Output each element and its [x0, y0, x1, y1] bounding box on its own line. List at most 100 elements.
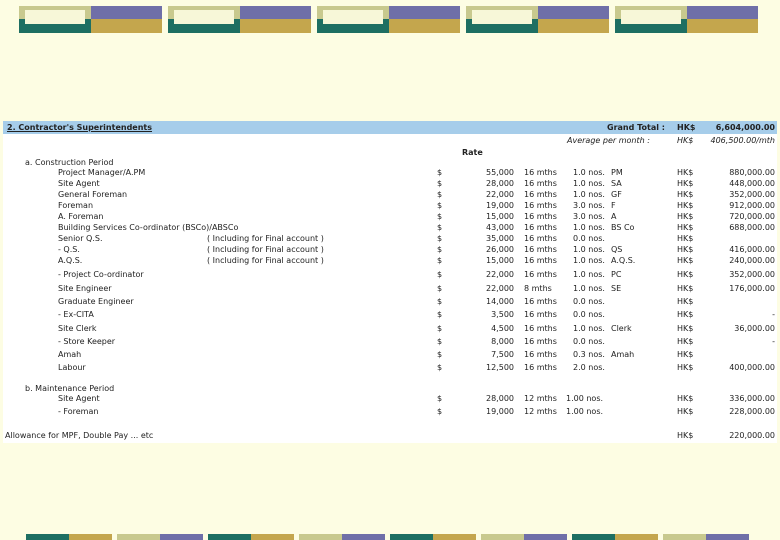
footer-bar — [117, 534, 203, 540]
row-currency: $ — [437, 179, 443, 188]
row-quantity: 0.3 nos. — [573, 350, 605, 359]
row-name: Senior Q.S. — [58, 234, 103, 243]
row-name: Foreman — [58, 201, 94, 210]
row-hk-currency: HK$ — [677, 297, 694, 306]
row-amount: 720,000.00 — [729, 212, 775, 221]
row-duration: 16 mths — [524, 212, 557, 221]
row-rate: 28,000 — [486, 179, 514, 188]
row-amount: 240,000.00 — [729, 256, 775, 265]
row-rate: 7,500 — [491, 350, 514, 359]
footer-bar — [26, 534, 112, 540]
row-hk-currency: HK$ — [677, 168, 694, 177]
maint-row-duration: 12 mths — [524, 407, 557, 416]
row-duration: 16 mths — [524, 297, 557, 306]
row-rate: 55,000 — [486, 168, 514, 177]
row-amount: 416,000.00 — [729, 245, 775, 254]
row-currency: $ — [437, 310, 443, 319]
row-currency: $ — [437, 223, 443, 232]
row-name: A. Foreman — [58, 212, 104, 221]
row-code: A — [611, 212, 617, 221]
row-amount: - — [772, 337, 775, 346]
row-rate: 12,500 — [486, 363, 514, 372]
construction-period-heading: a. Construction Period — [25, 158, 114, 167]
row-quantity: 0.0 nos. — [573, 234, 605, 243]
row-name: - Q.S. — [58, 245, 80, 254]
row-quantity: 1.0 nos. — [573, 168, 605, 177]
row-rate: 22,000 — [486, 270, 514, 279]
row-name: Site Engineer — [58, 284, 112, 293]
row-currency: $ — [437, 297, 443, 306]
maint-row-amount: 228,000.00 — [729, 407, 775, 416]
row-quantity: 3.0 nos. — [573, 201, 605, 210]
maint-row-amount: 336,000.00 — [729, 394, 775, 403]
header-tile — [466, 6, 609, 33]
row-duration: 16 mths — [524, 245, 557, 254]
row-currency: $ — [437, 201, 443, 210]
row-rate: 35,000 — [486, 234, 514, 243]
maint-row-name: - Foreman — [58, 407, 99, 416]
row-quantity: 0.0 nos. — [573, 310, 605, 319]
footer-bar — [481, 534, 567, 540]
row-hk-currency: HK$ — [677, 201, 694, 210]
row-duration: 16 mths — [524, 324, 557, 333]
row-quantity: 1.0 nos. — [573, 223, 605, 232]
row-currency: $ — [437, 363, 443, 372]
maint-row-duration: 12 mths — [524, 394, 557, 403]
row-rate: 8,000 — [491, 337, 514, 346]
row-duration: 16 mths — [524, 256, 557, 265]
row-currency: $ — [437, 190, 443, 199]
row-name: Site Agent — [58, 179, 100, 188]
footer-bar — [390, 534, 476, 540]
row-amount: 880,000.00 — [729, 168, 775, 177]
row-duration: 16 mths — [524, 223, 557, 232]
row-code: GF — [611, 190, 622, 199]
allowance-label: Allowance for MPF, Double Pay ... etc — [5, 431, 154, 440]
row-name: Labour — [58, 363, 86, 372]
row-amount: 352,000.00 — [729, 190, 775, 199]
row-duration: 16 mths — [524, 363, 557, 372]
row-rate: 43,000 — [486, 223, 514, 232]
allowance-amount: 220,000.00 — [729, 431, 775, 440]
row-rate: 3,500 — [491, 310, 514, 319]
row-amount: - — [772, 310, 775, 319]
row-quantity: 1.0 nos. — [573, 245, 605, 254]
row-quantity: 1.0 nos. — [573, 190, 605, 199]
maint-row-name: Site Agent — [58, 394, 100, 403]
row-code: Clerk — [611, 324, 632, 333]
row-rate: 19,000 — [486, 201, 514, 210]
row-rate: 15,000 — [486, 212, 514, 221]
row-duration: 16 mths — [524, 234, 557, 243]
row-rate: 4,500 — [491, 324, 514, 333]
row-hk-currency: HK$ — [677, 190, 694, 199]
grand-total-value: 6,604,000.00 — [715, 123, 775, 132]
row-hk-currency: HK$ — [677, 284, 694, 293]
row-quantity: 0.0 nos. — [573, 337, 605, 346]
row-currency: $ — [437, 324, 443, 333]
average-value: 406,500.00/mth — [710, 136, 776, 145]
row-name: Graduate Engineer — [58, 297, 134, 306]
footer-bar — [663, 534, 749, 540]
row-hk-currency: HK$ — [677, 223, 694, 232]
maint-row-quantity: 1.00 nos. — [566, 394, 604, 403]
row-hk-currency: HK$ — [677, 234, 694, 243]
row-name: - Project Co-ordinator — [58, 270, 144, 279]
header-tile — [317, 6, 460, 33]
row-duration: 8 mths — [524, 284, 552, 293]
row-hk-currency: HK$ — [677, 245, 694, 254]
row-currency: $ — [437, 256, 443, 265]
row-currency: $ — [437, 350, 443, 359]
cost-sheet: 2. Contractor's Superintendents Grand To… — [3, 121, 777, 443]
allowance-currency: HK$ — [677, 431, 694, 440]
rate-column-header: Rate — [462, 148, 483, 157]
row-rate: 22,000 — [486, 284, 514, 293]
footer-bar — [572, 534, 658, 540]
row-hk-currency: HK$ — [677, 310, 694, 319]
grand-total-currency: HK$ — [677, 123, 696, 132]
row-name: Amah — [58, 350, 82, 359]
row-code: SE — [611, 284, 622, 293]
row-name: - Ex-CITA — [58, 310, 94, 319]
header-tile — [19, 6, 162, 33]
section-title: 2. Contractor's Superintendents — [7, 123, 152, 132]
average-label: Average per month : — [567, 136, 650, 145]
row-quantity: 1.0 nos. — [573, 284, 605, 293]
